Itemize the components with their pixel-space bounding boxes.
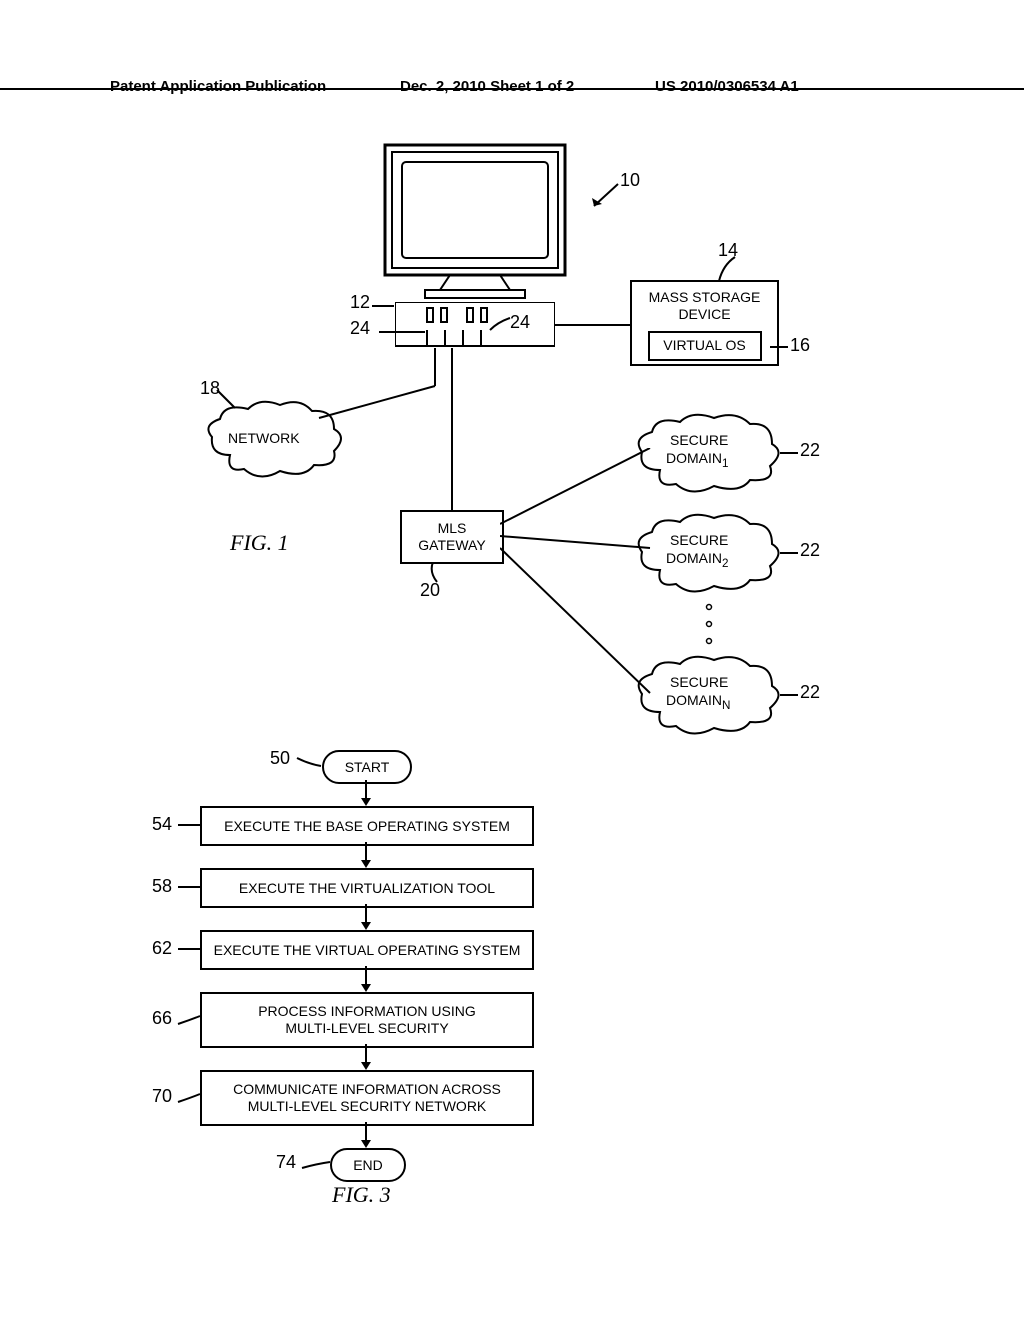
ref-24-left: 24 xyxy=(350,318,370,339)
ref-10: 10 xyxy=(620,170,640,191)
virtual-os-label: VIRTUAL OS xyxy=(663,337,745,354)
ref-18-lead-icon xyxy=(215,388,239,412)
start-label: START xyxy=(345,759,390,775)
diagram-stage: 10 14 12 24 24 MASS STORAGE DEVICE VIRTU… xyxy=(100,130,924,1260)
arrow-6-icon xyxy=(360,1122,372,1150)
ref-58-lead-icon xyxy=(176,882,202,892)
ref-50: 50 xyxy=(270,748,290,769)
ref-24r-lead-icon xyxy=(488,316,512,332)
ref-22a-lead-icon xyxy=(780,448,800,458)
step-58-label: EXECUTE THE VIRTUALIZATION TOOL xyxy=(239,880,495,897)
ref-22-c: 22 xyxy=(800,682,820,703)
step-62-box: EXECUTE THE VIRTUAL OPERATING SYSTEM xyxy=(200,930,534,970)
ref-22-a: 22 xyxy=(800,440,820,461)
network-label: NETWORK xyxy=(228,430,300,446)
step-54-label: EXECUTE THE BASE OPERATING SYSTEM xyxy=(224,818,510,835)
domainN-l2: DOMAIN xyxy=(666,692,722,708)
arrow-5-icon xyxy=(360,1044,372,1072)
ref-74-lead-icon xyxy=(300,1158,332,1170)
monitor-icon xyxy=(380,140,570,315)
arrow-2-icon xyxy=(360,842,372,870)
ref-66-lead-icon xyxy=(176,1014,202,1026)
end-terminator: END xyxy=(330,1148,406,1182)
domainN-l1: SECURE xyxy=(670,674,728,690)
ref-12: 12 xyxy=(350,292,370,313)
mls-gateway-label: MLS GATEWAY xyxy=(402,520,502,554)
line-computer-mass-icon xyxy=(555,320,635,330)
ref-16-lead-icon xyxy=(770,341,790,353)
ref-22-b: 22 xyxy=(800,540,820,561)
header-left: Patent Application Publication xyxy=(110,78,326,95)
ref-62: 62 xyxy=(152,938,172,959)
line-computer-gateway-icon xyxy=(448,348,458,513)
step-66-box: PROCESS INFORMATION USING MULTI-LEVEL SE… xyxy=(200,992,534,1048)
arrow-4-icon xyxy=(360,966,372,994)
header-mid: Dec. 2, 2010 Sheet 1 of 2 xyxy=(400,78,574,95)
ref-70-lead-icon xyxy=(176,1092,202,1104)
step-66-l2: MULTI-LEVEL SECURITY xyxy=(285,1020,448,1037)
ref-22c-lead-icon xyxy=(780,690,800,700)
fig3-label: FIG. 3 xyxy=(332,1182,391,1208)
domain1-l2: DOMAIN xyxy=(666,450,722,466)
domain2-l1: SECURE xyxy=(670,532,728,548)
ref-12-lead-icon xyxy=(370,300,398,312)
mls-gateway-box: MLS GATEWAY xyxy=(400,510,504,564)
ellipsis-dots-icon xyxy=(704,602,714,647)
arrow-3-icon xyxy=(360,904,372,932)
ref-54: 54 xyxy=(152,814,172,835)
mass-storage-box: MASS STORAGE DEVICE VIRTUAL OS xyxy=(630,280,779,366)
step-70-box: COMMUNICATE INFORMATION ACROSS MULTI-LEV… xyxy=(200,1070,534,1126)
arrow-1-icon xyxy=(360,780,372,808)
start-terminator: START xyxy=(322,750,412,784)
step-62-label: EXECUTE THE VIRTUAL OPERATING SYSTEM xyxy=(214,942,521,959)
virtual-os-box: VIRTUAL OS xyxy=(648,331,762,361)
header-right: US 2010/0306534 A1 xyxy=(655,78,799,95)
ref-24-right: 24 xyxy=(510,312,530,333)
domain2-sub: 2 xyxy=(722,557,728,570)
ref-70: 70 xyxy=(152,1086,172,1107)
step-70-l1: COMMUNICATE INFORMATION ACROSS xyxy=(233,1081,501,1098)
ref-58: 58 xyxy=(152,876,172,897)
ref-54-lead-icon xyxy=(176,820,202,830)
ref-66: 66 xyxy=(152,1008,172,1029)
domainN-l2row: DOMAINN xyxy=(666,692,730,712)
ref-50-lead-icon xyxy=(295,756,325,770)
ref-22b-lead-icon xyxy=(780,548,800,558)
step-54-box: EXECUTE THE BASE OPERATING SYSTEM xyxy=(200,806,534,846)
ref-74: 74 xyxy=(276,1152,296,1173)
domainN-sub: N xyxy=(722,699,730,712)
domain1-l1: SECURE xyxy=(670,432,728,448)
line-gateway-domains-icon xyxy=(500,448,660,708)
page-header: Patent Application Publication Dec. 2, 2… xyxy=(0,84,1024,90)
domain1-l2row: DOMAIN1 xyxy=(666,450,728,470)
ref-10-arrow-icon xyxy=(590,182,620,212)
ref-24l-lead-icon xyxy=(377,326,427,338)
ref-20-lead-icon xyxy=(427,562,441,584)
step-70-l2: MULTI-LEVEL SECURITY NETWORK xyxy=(248,1098,487,1115)
end-label: END xyxy=(353,1157,383,1173)
step-58-box: EXECUTE THE VIRTUALIZATION TOOL xyxy=(200,868,534,908)
line-computer-network-icon xyxy=(315,346,445,426)
mass-storage-label: MASS STORAGE DEVICE xyxy=(632,285,777,327)
domain2-l2row: DOMAIN2 xyxy=(666,550,728,570)
domain2-l2: DOMAIN xyxy=(666,550,722,566)
domain1-sub: 1 xyxy=(722,457,728,470)
step-66-l1: PROCESS INFORMATION USING xyxy=(258,1003,476,1020)
fig1-label: FIG. 1 xyxy=(230,530,289,556)
ref-62-lead-icon xyxy=(176,944,202,954)
ref-16: 16 xyxy=(790,335,810,356)
